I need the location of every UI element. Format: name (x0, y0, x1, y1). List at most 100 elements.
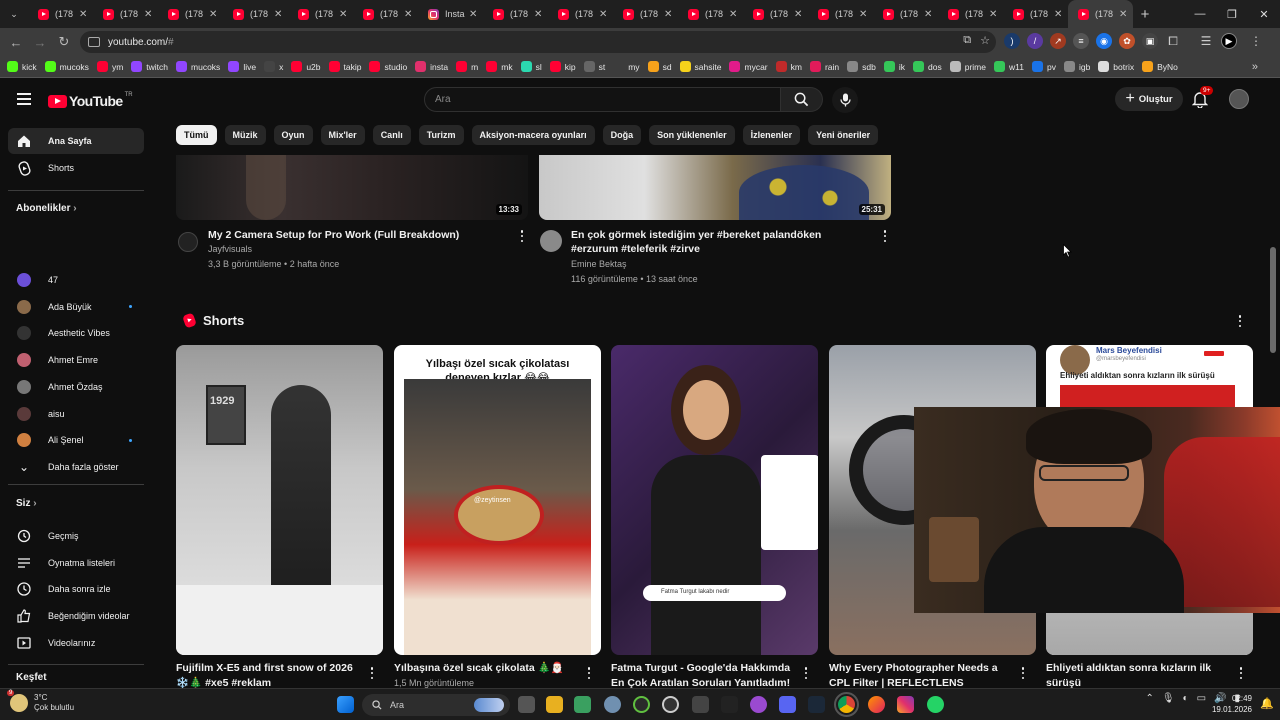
extension-icon[interactable]: ✿ (1119, 33, 1135, 49)
voice-search-button[interactable] (832, 87, 858, 113)
extensions-puzzle-icon[interactable]: ⧠ (1165, 33, 1181, 49)
video-thumbnail[interactable]: 25:31 (539, 155, 891, 220)
browser-tab[interactable]: (178 ✕ (938, 0, 1003, 28)
page-scrollbar[interactable] (1270, 247, 1276, 353)
account-avatar[interactable] (1229, 89, 1249, 109)
bookmark-item[interactable]: m (456, 61, 478, 72)
bookmark-item[interactable]: u2b (291, 61, 321, 72)
close-tab-icon[interactable]: ✕ (729, 9, 739, 20)
browser-tab[interactable]: (178 ✕ (743, 0, 808, 28)
bookmark-item[interactable]: botrix (1098, 61, 1134, 72)
bookmark-item[interactable]: sl (520, 61, 542, 72)
bookmark-item[interactable]: ym (96, 61, 123, 72)
start-button[interactable] (337, 696, 354, 713)
filter-chip[interactable]: Oyun (273, 125, 313, 145)
close-tab-icon[interactable]: ✕ (209, 9, 219, 20)
extension-icon[interactable]: ▣ (1142, 33, 1158, 49)
address-bar[interactable]: youtube.com/# ⧉ ☆ (80, 31, 996, 53)
notifications-button[interactable]: 9+ (1191, 86, 1214, 113)
browser-tab[interactable]: (178 ✕ (93, 0, 158, 28)
bookmark-item[interactable]: mk (486, 61, 513, 72)
filter-chip[interactable]: Son yüklenenler (649, 125, 735, 145)
app-icon[interactable] (692, 696, 709, 713)
browser-tab[interactable]: (178 ✕ (1068, 0, 1133, 28)
close-tab-icon[interactable]: ✕ (534, 9, 544, 20)
app-icon[interactable] (721, 696, 738, 713)
bookmarks-overflow-icon[interactable]: » (1252, 61, 1258, 73)
short-title[interactable]: Why Every Photographer Needs a CPL Filte… (829, 661, 1009, 688)
file-explorer-icon[interactable] (546, 696, 563, 713)
sidebar-item-like[interactable]: Beğendiğim videolar (8, 603, 144, 629)
browser-tab[interactable]: (178 ✕ (1003, 0, 1068, 28)
bookmark-item[interactable]: mycar (729, 61, 768, 72)
short-thumbnail[interactable]: 1929 (176, 345, 383, 655)
taskbar-search[interactable]: Ara (362, 694, 510, 716)
new-tab-button[interactable]: + (1133, 6, 1157, 23)
reading-list-icon[interactable]: ☰ (1198, 33, 1214, 49)
sidebar-subscription[interactable]: Ada Büyük (8, 294, 144, 320)
channel-name[interactable]: Emine Bektaş (571, 257, 627, 272)
more-actions-icon[interactable] (1018, 666, 1028, 680)
browser-menu-icon[interactable]: ⋮ (1248, 33, 1264, 49)
menu-icon[interactable] (17, 93, 31, 105)
sidebar-subscription[interactable]: Ahmet Özdaş (8, 374, 144, 400)
more-actions-icon[interactable] (517, 229, 527, 243)
video-title[interactable]: En çok görmek istediğim yer #bereket pal… (571, 228, 871, 256)
task-view-icon[interactable] (518, 696, 535, 713)
bookmark-item[interactable]: mucoks (44, 61, 89, 72)
filter-chip[interactable]: Doğa (602, 125, 642, 145)
sidebar-subscription[interactable]: 47 (8, 267, 144, 293)
chevron-up-icon[interactable]: ⌃ (1145, 693, 1153, 704)
sidebar-subscription[interactable]: Ali Şenel (8, 427, 144, 453)
extension-icon[interactable]: ) (1004, 33, 1020, 49)
install-app-icon[interactable]: ⧉ (963, 34, 971, 47)
close-tab-icon[interactable]: ✕ (274, 9, 284, 20)
store-icon[interactable] (574, 696, 591, 713)
discord-icon[interactable] (779, 696, 796, 713)
tab-search-button[interactable]: ⌄ (0, 9, 28, 20)
browser-tab[interactable]: (178 ✕ (873, 0, 938, 28)
minimize-button[interactable]: — (1184, 8, 1216, 20)
browser-tab[interactable]: (178 ✕ (613, 0, 678, 28)
more-actions-icon[interactable] (584, 666, 594, 680)
browser-tab[interactable]: (178 ✕ (223, 0, 288, 28)
bookmark-item[interactable]: live (228, 61, 256, 72)
bookmark-item[interactable]: kick (7, 61, 37, 72)
close-tab-icon[interactable]: ✕ (469, 9, 479, 20)
more-actions-icon[interactable] (1236, 666, 1246, 680)
youtube-logo[interactable]: YouTube TR (48, 92, 133, 109)
browser-tab[interactable]: (178 ✕ (678, 0, 743, 28)
bookmark-item[interactable]: pv (1031, 61, 1056, 72)
bookmark-item[interactable]: sahsite (679, 61, 721, 72)
channel-avatar[interactable] (540, 230, 562, 252)
close-tab-icon[interactable]: ✕ (924, 9, 934, 20)
weather-widget[interactable]: 9 3°C Çok bulutlu (7, 690, 74, 713)
bookmark-item[interactable]: sd (647, 61, 672, 72)
bookmark-item[interactable]: sdb (847, 61, 876, 72)
video-thumbnail[interactable]: 13:33 (176, 155, 528, 220)
bookmark-item[interactable]: kip (549, 61, 576, 72)
bookmark-item[interactable]: ik (883, 61, 905, 72)
sidebar-subscription[interactable]: aisu (8, 401, 144, 427)
sidebar-subscription[interactable]: Aesthetic Vibes (8, 320, 144, 346)
obs-icon[interactable] (662, 696, 679, 713)
bookmark-item[interactable]: studio (369, 61, 407, 72)
reload-button[interactable]: ↻ (52, 34, 76, 50)
network-icon[interactable]: ▭ (1197, 693, 1206, 704)
close-tab-icon[interactable]: ✕ (664, 9, 674, 20)
browser-tab[interactable]: (178 ✕ (288, 0, 353, 28)
browser-tab[interactable]: Insta ✕ (418, 0, 483, 28)
short-title[interactable]: Ehliyeti aldıktan sonra kızların ilk sür… (1046, 661, 1226, 688)
extension-icon[interactable]: ↗ (1050, 33, 1066, 49)
instagram-icon[interactable] (897, 696, 914, 713)
close-window-button[interactable]: ✕ (1248, 8, 1280, 21)
bookmark-item[interactable]: insta (415, 61, 448, 72)
bookmark-item[interactable]: rain (809, 61, 839, 72)
close-tab-icon[interactable]: ✕ (79, 9, 89, 20)
filter-chip[interactable]: Yeni öneriler (808, 125, 879, 145)
forward-button[interactable]: → (28, 35, 52, 50)
bookmark-item[interactable]: ByNo (1142, 61, 1178, 72)
close-tab-icon[interactable]: ✕ (794, 9, 804, 20)
show-more-button[interactable]: ⌄ Daha fazla göster (8, 454, 144, 480)
bookmark-item[interactable]: igb (1063, 61, 1090, 72)
